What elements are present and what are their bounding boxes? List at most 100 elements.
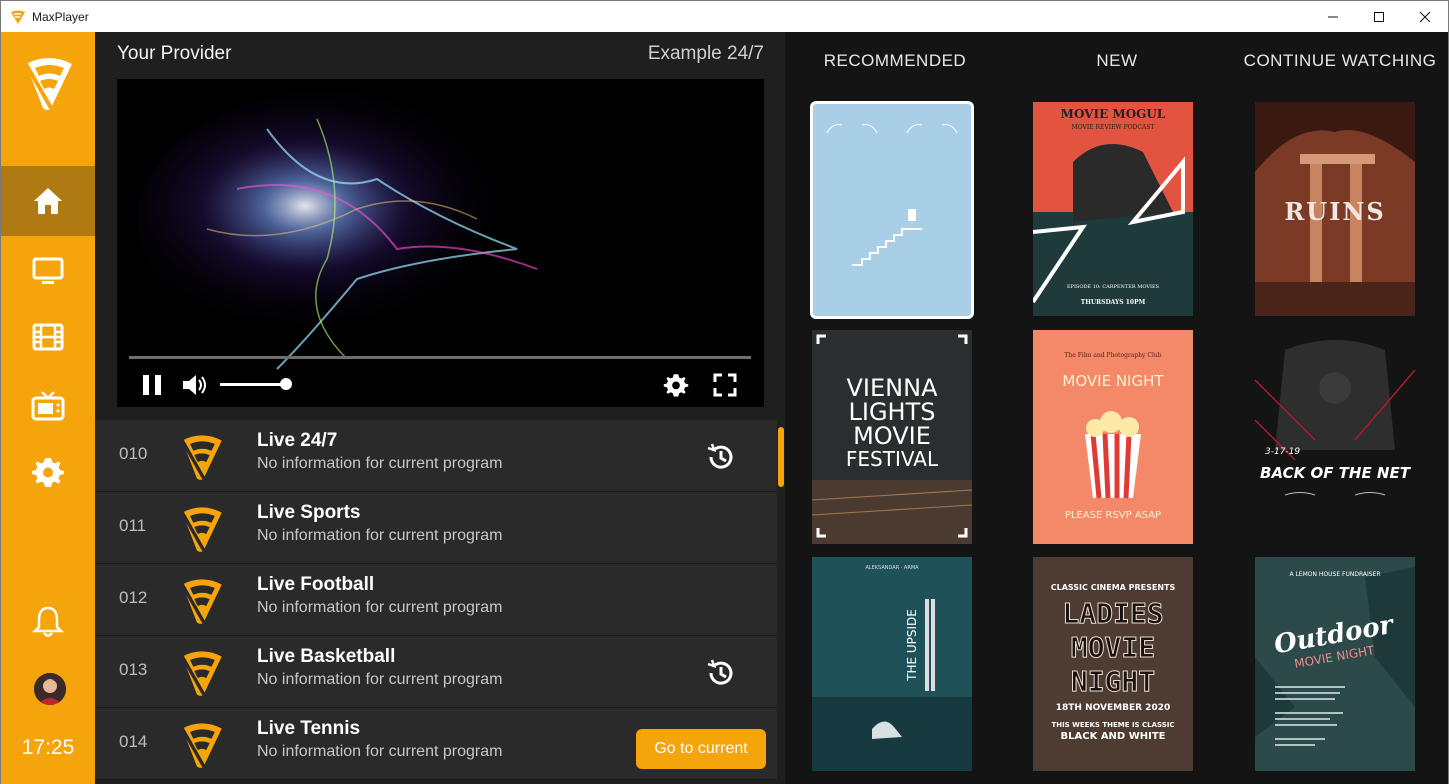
poster-rsvp: PLEASE RSVP ASAP — [1065, 510, 1161, 521]
poster-title-3: MOVIE — [853, 422, 931, 450]
app-logo-icon — [11, 10, 25, 24]
channel-number: 012 — [119, 588, 148, 607]
channel-program: No information for current program — [257, 455, 503, 472]
poster-title-1: LADIES — [1062, 597, 1163, 630]
channel-logo-icon — [180, 435, 222, 480]
close-icon — [1419, 11, 1431, 22]
home-icon — [34, 188, 62, 214]
channel-program: No information for current program — [257, 671, 503, 688]
poster-subtitle: MOVIE REVIEW PODCAST — [1072, 124, 1155, 131]
channel-logo-icon — [180, 579, 222, 624]
window-title: MaxPlayer — [32, 9, 89, 24]
poster-new-1[interactable]: MOVIE MOGUL MOVIE REVIEW PODCAST EPISODE… — [1033, 102, 1193, 316]
channel-title: Live Football — [257, 574, 375, 595]
poster-schedule: THURSDAYS 10PM — [1081, 299, 1146, 306]
channel-row[interactable]: 012 Live Football No information for cur… — [95, 564, 777, 636]
poster-title: THE UPSIDE — [905, 609, 919, 682]
history-icon[interactable] — [705, 658, 735, 688]
channel-program: No information for current program — [257, 527, 503, 544]
poster-episode: EPISODE 10: CARPENTER MOVIES — [1067, 284, 1160, 290]
current-channel-label: Example 24/7 — [647, 43, 764, 64]
poster-date: 18TH NOVEMBER 2020 — [1056, 703, 1170, 713]
poster-image — [812, 103, 972, 317]
gear-icon — [32, 458, 64, 487]
poster-title-4: FESTIVAL — [846, 447, 939, 471]
channel-title: Live Sports — [257, 502, 361, 523]
nav-series[interactable] — [1, 371, 95, 441]
poster-title: MOVIE NIGHT — [1062, 372, 1164, 390]
poster-new-3[interactable]: CLASSIC CINEMA PRESENTS LADIES MOVIE NIG… — [1033, 557, 1193, 771]
poster-image: A LEMON HOUSE FUNDRAISER Outdoor MOVIE N… — [1255, 557, 1415, 771]
poster-theme: THIS WEEKS THEME IS CLASSIC — [1051, 721, 1174, 729]
title-bar: MaxPlayer — [1, 1, 1448, 32]
channel-row[interactable]: 010 Live 24/7 No information for current… — [95, 420, 777, 492]
close-button[interactable] — [1402, 1, 1448, 32]
poster-image: ALEKSANDAR · ARMA THE UPSIDE — [812, 557, 972, 771]
provider-label: Your Provider — [117, 43, 232, 64]
poster-organizer: A LEMON HOUSE FUNDRAISER — [1289, 571, 1380, 578]
channel-logo-icon — [180, 507, 222, 552]
speaker-icon — [183, 375, 206, 395]
channel-program: No information for current program — [257, 599, 503, 616]
poster-recommended-1[interactable] — [810, 101, 974, 319]
window-controls — [1310, 1, 1448, 32]
clock: 17:25 — [21, 736, 75, 759]
channel-list-scrollbar[interactable] — [778, 427, 784, 487]
user-avatar-icon — [34, 673, 66, 705]
new-heading: NEW — [1096, 51, 1138, 70]
poster-image: The Film and Photography Club MOVIE NIGH… — [1033, 330, 1193, 544]
bell-icon — [31, 606, 65, 637]
nav-tv[interactable] — [1, 236, 95, 306]
channel-logo-icon — [180, 723, 222, 768]
poster-title: RUINS — [1284, 197, 1385, 226]
poster-recommended-2[interactable]: VIENNA LIGHTS MOVIE FESTIVAL — [812, 330, 972, 544]
channel-number: 011 — [119, 516, 147, 535]
monitor-icon — [32, 257, 64, 284]
content-panel: RECOMMENDED NEW CONTINUE WATCHING MOVIE … — [785, 32, 1448, 784]
poster-continue-2[interactable]: 3-17-19 BACK OF THE NET — [1255, 330, 1415, 544]
film-icon — [32, 323, 64, 351]
minimize-button[interactable] — [1310, 1, 1356, 32]
channel-row[interactable]: 011 Live Sports No information for curre… — [95, 492, 777, 564]
poster-club: The Film and Photography Club — [1064, 352, 1161, 359]
channel-number: 010 — [119, 444, 148, 463]
pause-icon — [143, 375, 161, 395]
player-panel: Your Provider Example 24/7 010 Live 24/7… — [95, 32, 785, 784]
channel-row[interactable]: 013 Live Basketball No information for c… — [95, 636, 777, 708]
avatar[interactable] — [34, 673, 66, 705]
pause-button[interactable] — [139, 372, 165, 398]
poster-image: 3-17-19 BACK OF THE NET — [1255, 330, 1415, 544]
player-settings-button[interactable] — [662, 371, 690, 399]
volume-button[interactable] — [180, 372, 210, 398]
poster-credits: ALEKSANDAR · ARMA — [865, 565, 919, 571]
playback-progress-bar[interactable] — [129, 356, 751, 359]
brand-logo-icon — [24, 58, 72, 110]
poster-title-3: NIGHT — [1071, 665, 1155, 698]
poster-continue-1[interactable]: RUINS — [1255, 102, 1415, 316]
poster-image: MOVIE MOGUL MOVIE REVIEW PODCAST EPISODE… — [1033, 102, 1193, 316]
nav-settings[interactable] — [1, 437, 95, 507]
poster-title: MOVIE MOGUL — [1061, 107, 1166, 121]
poster-presenter: CLASSIC CINEMA PRESENTS — [1051, 583, 1176, 592]
channel-title: Live 24/7 — [257, 430, 338, 451]
poster-continue-3[interactable]: A LEMON HOUSE FUNDRAISER Outdoor MOVIE N… — [1255, 557, 1415, 771]
fullscreen-icon — [713, 373, 737, 397]
maximize-button[interactable] — [1356, 1, 1402, 32]
retro-tv-icon — [31, 391, 65, 421]
fullscreen-button[interactable] — [712, 372, 738, 398]
poster-image: RUINS — [1255, 102, 1415, 316]
notifications-button[interactable] — [1, 587, 95, 657]
video-player[interactable] — [117, 79, 764, 407]
recommended-heading: RECOMMENDED — [823, 51, 967, 70]
volume-slider-handle[interactable] — [280, 378, 292, 390]
poster-recommended-3[interactable]: ALEKSANDAR · ARMA THE UPSIDE — [812, 557, 972, 771]
gear-icon — [663, 374, 689, 397]
poster-new-2[interactable]: The Film and Photography Club MOVIE NIGH… — [1033, 330, 1193, 544]
volume-slider[interactable] — [220, 383, 286, 386]
nav-home[interactable] — [1, 166, 95, 236]
history-icon[interactable] — [705, 442, 735, 472]
poster-image: VIENNA LIGHTS MOVIE FESTIVAL — [812, 330, 972, 544]
nav-movies[interactable] — [1, 302, 95, 372]
go-to-current-button[interactable]: Go to current — [636, 729, 766, 769]
channel-title: Live Basketball — [257, 646, 396, 667]
